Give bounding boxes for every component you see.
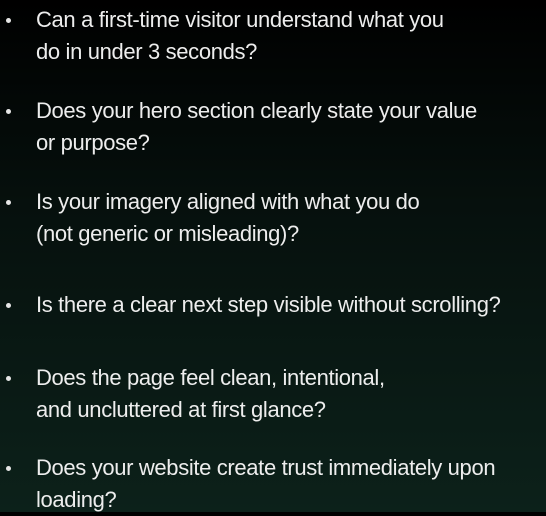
list-item-line: loading? (36, 487, 117, 512)
list-item-line: Does your hero section clearly state you… (36, 98, 477, 123)
list-item-text: Is there a clear next step visible witho… (36, 289, 546, 321)
list-item-line: do in under 3 seconds? (36, 39, 258, 64)
list-item-line: (not generic or misleading)? (36, 221, 299, 246)
bullet-icon (6, 303, 11, 308)
list-item-line: Is your imagery aligned with what you do (36, 189, 420, 214)
list-item-text: Is your imagery aligned with what you do… (36, 186, 546, 250)
list-item-line: Can a first-time visitor understand what… (36, 7, 444, 32)
bullet-icon (6, 18, 11, 23)
list-item-line: or purpose? (36, 130, 150, 155)
list-item-text: Does your website create trust immediate… (36, 452, 546, 516)
bullet-icon (6, 109, 11, 114)
list-item-line: and uncluttered at first glance? (36, 397, 326, 422)
bullet-icon (6, 200, 11, 205)
list-item-line: Is there a clear next step visible witho… (36, 292, 501, 317)
list-item-text: Does your hero section clearly state you… (36, 95, 546, 159)
bullet-icon (6, 466, 11, 471)
checklist: Can a first-time visitor understand what… (0, 0, 546, 512)
list-item-text: Can a first-time visitor understand what… (36, 4, 546, 68)
list-item-line: Does your website create trust immediate… (36, 455, 496, 480)
bullet-icon (6, 376, 11, 381)
list-item-text: Does the page feel clean, intentional, a… (36, 362, 546, 426)
list-item-line: Does the page feel clean, intentional, (36, 365, 385, 390)
